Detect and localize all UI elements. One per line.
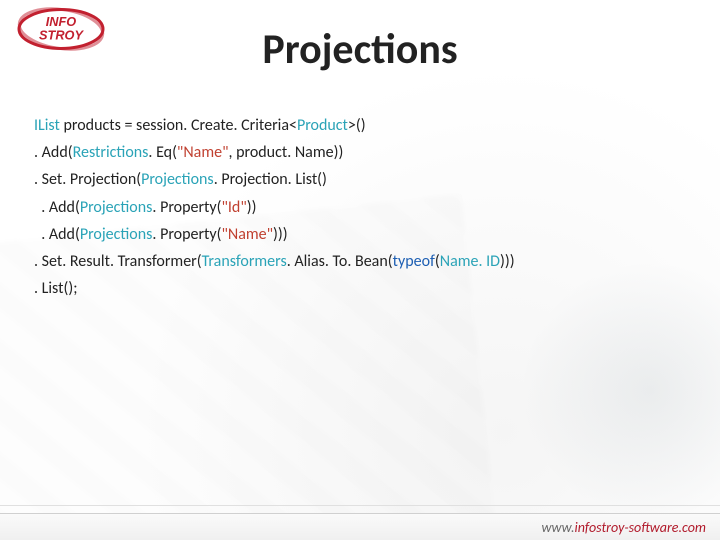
divider <box>0 505 720 506</box>
code-token: . Set. Projection( <box>34 170 141 189</box>
code-token: )) <box>247 198 257 217</box>
code-token: . Add( <box>34 225 80 244</box>
code-token: Projections <box>141 170 214 189</box>
slide-title: Projections <box>0 24 720 75</box>
code-token: "Id" <box>221 198 246 217</box>
code-token: Projections <box>80 198 153 217</box>
code-token: . Projection. List() <box>214 170 327 189</box>
code-token: Transformers <box>202 252 287 271</box>
code-token: typeof <box>393 252 435 271</box>
code-token: Restrictions <box>73 143 149 162</box>
code-token: Projections <box>80 225 153 244</box>
code-token: ))) <box>273 225 288 244</box>
code-token: >() <box>348 116 366 135</box>
code-token: . List(); <box>34 279 77 298</box>
code-token: Name. ID <box>440 252 500 271</box>
code-block: IList products = session. Create. Criter… <box>34 112 686 302</box>
footer-link-text: infostroy-software.com <box>574 519 706 536</box>
code-token: . Property( <box>152 225 221 244</box>
code-token: . Eq( <box>148 143 177 162</box>
code-token: . Add( <box>34 143 73 162</box>
code-token: . Add( <box>34 198 80 217</box>
code-token: . Property( <box>152 198 221 217</box>
code-token: Product <box>297 116 348 135</box>
footer-link[interactable]: www.infostroy-software.com <box>542 519 706 536</box>
code-token: "Name" <box>221 225 273 244</box>
footer-link-prefix: www. <box>542 519 575 536</box>
slide: INFO STROY Projections IList products = … <box>0 0 720 540</box>
code-token: , product. Name)) <box>228 143 343 162</box>
code-token: products = session. Create. Criteria< <box>60 116 297 135</box>
code-token: . Set. Result. Transformer( <box>34 252 202 271</box>
code-token: "Name" <box>177 143 229 162</box>
code-token: . Alias. To. Bean( <box>287 252 393 271</box>
code-token: ))) <box>500 252 515 271</box>
footer: www.infostroy-software.com <box>0 513 720 540</box>
code-token: IList <box>34 116 60 135</box>
